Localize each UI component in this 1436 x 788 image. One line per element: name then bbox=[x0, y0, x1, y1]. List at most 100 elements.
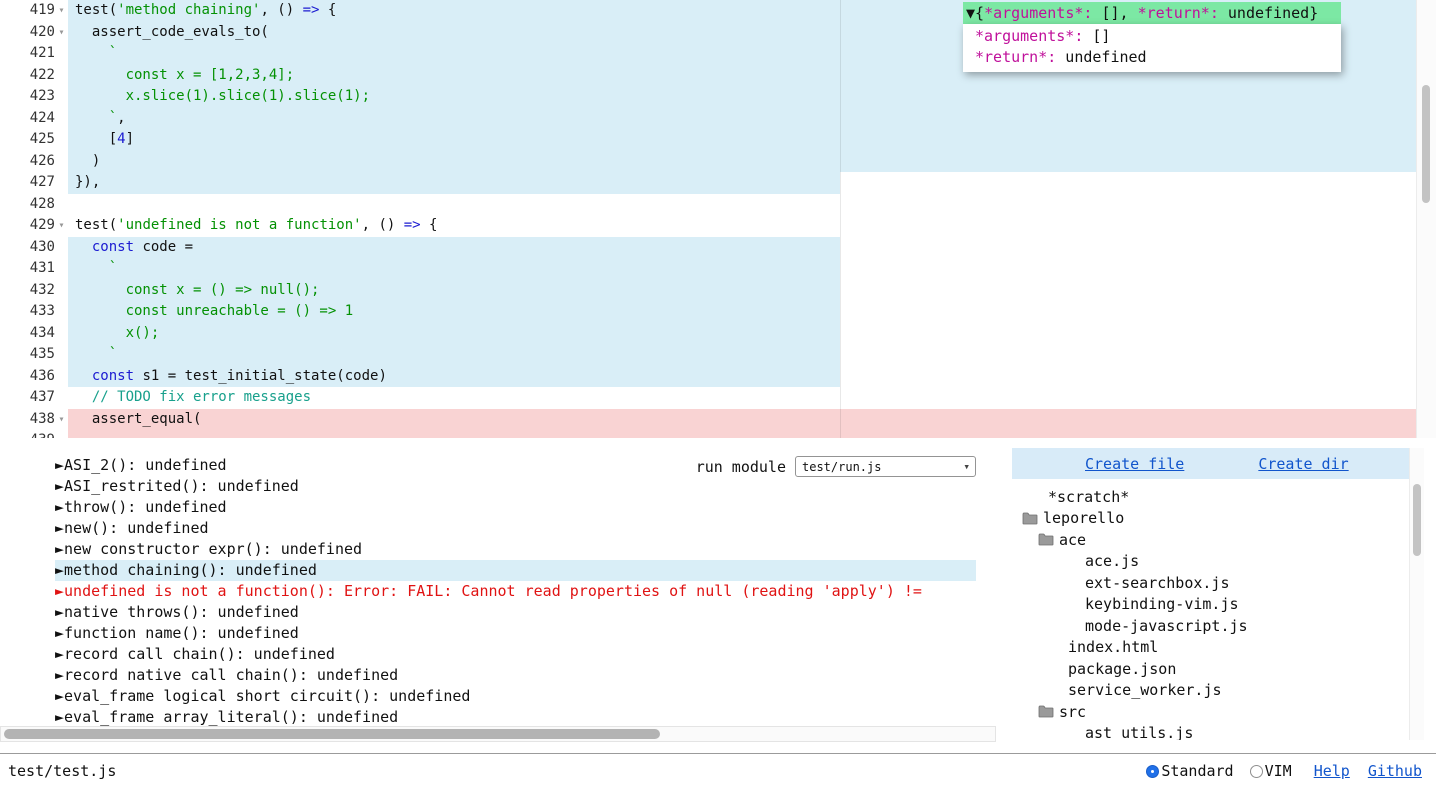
test-result-row[interactable]: ►native throws(): undefined bbox=[55, 602, 976, 623]
fold-marker-icon[interactable]: ▾ bbox=[55, 0, 68, 22]
expand-arrow-icon[interactable]: ► bbox=[55, 561, 64, 579]
fold-marker-icon[interactable]: ▾ bbox=[55, 409, 68, 431]
editor-line[interactable]: 433 const unreachable = () => 1 bbox=[0, 301, 1436, 323]
test-result-row[interactable]: ►ASI_restrited(): undefined bbox=[55, 476, 976, 497]
test-result-row[interactable]: ►function name(): undefined bbox=[55, 623, 976, 644]
editor-line[interactable]: 438▾ assert_equal( bbox=[0, 409, 1436, 431]
fold-marker-icon[interactable]: ▾ bbox=[55, 215, 68, 237]
editor-line[interactable]: 428 bbox=[0, 194, 1436, 216]
value-tooltip-row[interactable]: *return*: undefined bbox=[963, 47, 1341, 68]
create-dir-link[interactable]: Create dir bbox=[1258, 455, 1348, 473]
editor-line[interactable]: 423 x.slice(1).slice(1).slice(1); bbox=[0, 86, 1436, 108]
expand-arrow-icon[interactable]: ► bbox=[55, 477, 64, 495]
editor-line[interactable]: 429▾test('undefined is not a function', … bbox=[0, 215, 1436, 237]
expand-arrow-icon[interactable]: ► bbox=[55, 540, 64, 558]
editor-line[interactable]: 435 ` bbox=[0, 344, 1436, 366]
test-result-row[interactable]: ►new(): undefined bbox=[55, 518, 976, 539]
expand-arrow-icon[interactable]: ► bbox=[55, 498, 64, 516]
file-item[interactable]: ext-searchbox.js bbox=[1012, 572, 1424, 594]
test-result-row[interactable]: ►eval_frame array_literal(): undefined bbox=[55, 707, 976, 728]
editor-line[interactable]: 437 // TODO fix error messages bbox=[0, 387, 1436, 409]
vim-mode-radio[interactable] bbox=[1250, 765, 1263, 778]
code-token: { bbox=[975, 4, 984, 22]
code-line[interactable] bbox=[68, 194, 1436, 216]
code-line[interactable]: ` bbox=[68, 258, 1436, 280]
github-link[interactable]: Github bbox=[1368, 762, 1422, 780]
editor-line[interactable]: 427}), bbox=[0, 172, 1436, 194]
code-line[interactable]: const code = bbox=[68, 237, 1436, 259]
editor-line[interactable]: 426 ) bbox=[0, 151, 1436, 173]
standard-mode-radio[interactable] bbox=[1146, 765, 1159, 778]
gutter-cell: 432 bbox=[0, 280, 68, 302]
expand-arrow-icon[interactable]: ► bbox=[55, 624, 64, 642]
fold-marker-icon bbox=[55, 65, 68, 87]
code-line[interactable]: test('undefined is not a function', () =… bbox=[68, 215, 1436, 237]
code-editor[interactable]: 419▾test('method chaining', () => {420▾ … bbox=[0, 0, 1436, 438]
editor-scrollbar[interactable] bbox=[1416, 0, 1436, 438]
code-token: , bbox=[117, 110, 125, 126]
folder-item[interactable]: ace bbox=[1012, 529, 1424, 551]
editor-line[interactable]: 431 ` bbox=[0, 258, 1436, 280]
editor-line[interactable]: 424 `, bbox=[0, 108, 1436, 130]
help-link[interactable]: Help bbox=[1314, 762, 1350, 780]
test-result-row[interactable]: ►throw(): undefined bbox=[55, 497, 976, 518]
value-tooltip-row[interactable]: *arguments*: [] bbox=[963, 26, 1341, 47]
files-scrollbar[interactable] bbox=[1409, 448, 1424, 740]
file-item[interactable]: service_worker.js bbox=[1012, 680, 1424, 702]
test-result-row[interactable]: ►new constructor expr(): undefined bbox=[55, 539, 976, 560]
editor-line[interactable]: 430 const code = bbox=[0, 237, 1436, 259]
file-item[interactable]: *scratch* bbox=[1012, 486, 1424, 508]
code-token: const bbox=[92, 368, 134, 384]
editor-line[interactable]: 436 const s1 = test_initial_state(code) bbox=[0, 366, 1436, 388]
file-item[interactable]: ast_utils.js bbox=[1012, 723, 1424, 741]
file-item[interactable]: package.json bbox=[1012, 658, 1424, 680]
folder-item[interactable]: src bbox=[1012, 701, 1424, 723]
test-result-row[interactable]: ►record native call chain(): undefined bbox=[55, 665, 976, 686]
expand-arrow-icon[interactable]: ► bbox=[55, 708, 64, 726]
create-file-link[interactable]: Create file bbox=[1085, 455, 1184, 473]
file-item[interactable]: mode-javascript.js bbox=[1012, 615, 1424, 637]
value-tooltip-header[interactable]: ▼{*arguments*: [], *return*: undefined} bbox=[963, 2, 1341, 24]
code-line[interactable]: ) bbox=[68, 151, 1436, 173]
code-line[interactable]: `, bbox=[68, 108, 1436, 130]
expand-arrow-icon[interactable]: ► bbox=[55, 582, 64, 600]
code-line[interactable]: x(); bbox=[68, 323, 1436, 345]
code-line[interactable]: const s1 = test_initial_state(code) bbox=[68, 366, 1436, 388]
code-line[interactable]: }), bbox=[68, 172, 1436, 194]
code-line[interactable] bbox=[68, 430, 1436, 438]
editor-scrollbar-thumb[interactable] bbox=[1422, 85, 1430, 203]
code-line[interactable]: assert_equal( bbox=[68, 409, 1436, 431]
files-scrollbar-thumb[interactable] bbox=[1413, 484, 1421, 556]
expand-arrow-icon[interactable]: ► bbox=[55, 519, 64, 537]
editor-line[interactable]: 425 [4] bbox=[0, 129, 1436, 151]
expand-arrow-icon[interactable]: ► bbox=[55, 603, 64, 621]
code-line[interactable]: ` bbox=[68, 344, 1436, 366]
code-line[interactable]: // TODO fix error messages bbox=[68, 387, 1436, 409]
run-module-select[interactable]: test/run.js ▾ bbox=[795, 456, 976, 477]
leporello-app: 419▾test('method chaining', () => {420▾ … bbox=[0, 0, 1436, 788]
test-result-row[interactable]: ►undefined is not a function(): Error: F… bbox=[55, 581, 976, 602]
code-line[interactable]: x.slice(1).slice(1).slice(1); bbox=[68, 86, 1436, 108]
expand-arrow-icon[interactable]: ► bbox=[55, 666, 64, 684]
fold-marker-icon bbox=[55, 43, 68, 65]
code-line[interactable]: const unreachable = () => 1 bbox=[68, 301, 1436, 323]
editor-line[interactable]: 439 bbox=[0, 430, 1436, 438]
code-line[interactable]: [4] bbox=[68, 129, 1436, 151]
file-item[interactable]: keybinding-vim.js bbox=[1012, 594, 1424, 616]
test-result-row[interactable]: ►record call chain(): undefined bbox=[55, 644, 976, 665]
expand-arrow-icon[interactable]: ► bbox=[55, 645, 64, 663]
expand-arrow-icon[interactable]: ► bbox=[55, 687, 64, 705]
horizontal-scrollbar[interactable] bbox=[0, 726, 996, 742]
file-item[interactable]: ace.js bbox=[1012, 551, 1424, 573]
fold-marker-icon[interactable]: ▾ bbox=[55, 22, 68, 44]
file-item[interactable]: index.html bbox=[1012, 637, 1424, 659]
test-result-label: native throws(): undefined bbox=[64, 603, 299, 621]
expand-arrow-icon[interactable]: ► bbox=[55, 456, 64, 474]
test-result-row[interactable]: ►method chaining(): undefined bbox=[55, 560, 976, 581]
editor-line[interactable]: 434 x(); bbox=[0, 323, 1436, 345]
horizontal-scrollbar-thumb[interactable] bbox=[4, 729, 660, 739]
folder-item[interactable]: leporello bbox=[1012, 508, 1424, 530]
code-line[interactable]: const x = () => null(); bbox=[68, 280, 1436, 302]
test-result-row[interactable]: ►eval_frame logical short circuit(): und… bbox=[55, 686, 976, 707]
editor-line[interactable]: 432 const x = () => null(); bbox=[0, 280, 1436, 302]
